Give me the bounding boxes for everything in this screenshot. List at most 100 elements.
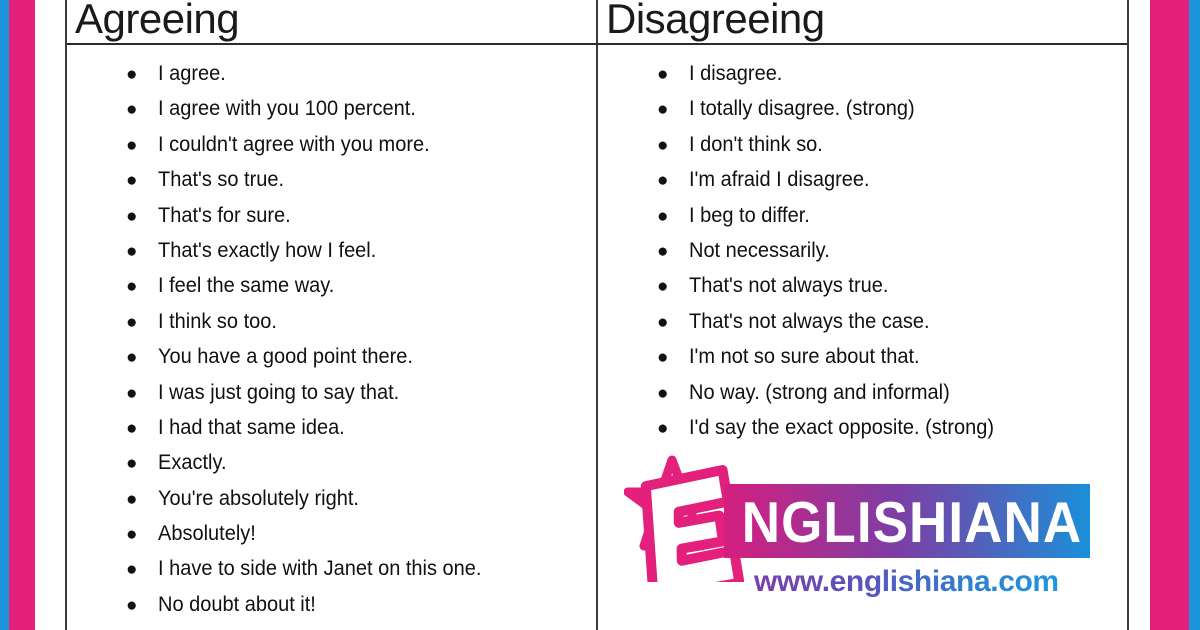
list-item-text: That's so true. xyxy=(158,167,285,192)
bullet-icon: ● xyxy=(657,99,669,121)
list-item-text: You have a good point there. xyxy=(158,344,413,369)
bullet-icon: ● xyxy=(126,170,138,192)
bullet-icon: ● xyxy=(126,559,138,581)
list-item-text: I had that same idea. xyxy=(158,414,345,439)
list-item-text: I disagree. xyxy=(689,61,783,85)
table-header-row: Agreeing Disagreeing xyxy=(67,0,1127,45)
bullet-icon: ● xyxy=(126,417,138,439)
bullet-icon: ● xyxy=(126,382,138,404)
bullet-icon: ● xyxy=(657,382,669,404)
list-item-text: You nailed it on the head. xyxy=(158,622,383,630)
right-pink-stripe xyxy=(1150,0,1189,630)
list-item-text: That's not always true. xyxy=(689,273,889,298)
bullet-icon: ● xyxy=(126,488,138,510)
list-item-text: I agree with you 100 percent. xyxy=(158,96,416,121)
list-item-text: You're absolutely right. xyxy=(158,485,359,510)
bullet-icon: ● xyxy=(657,417,669,439)
list-item-text: I was just going to say that. xyxy=(158,379,400,404)
list-item: ● No way. (strong and informal) xyxy=(598,375,1127,410)
bullet-icon: ● xyxy=(126,347,138,369)
list-item: ● Exactly. xyxy=(67,445,596,480)
list-item-text: I'm not so sure about that. xyxy=(689,344,920,369)
list-item-text: Absolutely! xyxy=(158,521,256,546)
column-title-agreeing: Agreeing xyxy=(75,0,240,42)
list-item: ● I was just going to say that. xyxy=(67,375,596,410)
bullet-icon: ● xyxy=(126,240,138,262)
list-item: ● You have a good point there. xyxy=(67,339,596,374)
list-item-text: I totally disagree. (strong) xyxy=(689,96,915,121)
column-title-disagreeing: Disagreeing xyxy=(606,0,825,42)
list-item: ● That's for sure. xyxy=(67,198,596,233)
logo-website-url[interactable]: www.englishiana.com xyxy=(754,565,1059,599)
bullet-icon: ● xyxy=(126,524,138,546)
list-item-text: That's exactly how I feel. xyxy=(158,237,377,262)
list-item-text: I feel the same way. xyxy=(158,273,335,298)
bullet-icon: ● xyxy=(657,134,669,156)
bullet-icon: ● xyxy=(126,453,138,475)
bullet-icon: ● xyxy=(657,347,669,369)
list-item: ● I feel the same way. xyxy=(67,268,596,303)
list-item: ● I disagree. xyxy=(598,56,1127,91)
list-item: ● Not necessarily. xyxy=(598,233,1127,268)
list-item-text: That's not always the case. xyxy=(689,308,930,333)
list-item-text: Not necessarily. xyxy=(689,237,830,262)
bullet-icon: ● xyxy=(657,311,669,333)
list-item: ● You're absolutely right. xyxy=(67,481,596,516)
list-item-text: I'm afraid I disagree. xyxy=(689,167,870,192)
list-item: ●You nailed it on the head. xyxy=(67,622,596,630)
englishiana-logo[interactable]: NGLISHIANA www.englishiana.com xyxy=(623,448,1104,626)
list-item: ● I agree with you 100 percent. xyxy=(67,91,596,126)
bullet-icon: ● xyxy=(126,99,138,121)
list-item-text: No way. (strong and informal) xyxy=(689,379,950,404)
bullet-icon: ● xyxy=(657,240,669,262)
bullet-icon: ● xyxy=(126,205,138,227)
bullet-icon: ● xyxy=(657,205,669,227)
list-item: ● I beg to differ. xyxy=(598,198,1127,233)
list-item-text: That's for sure. xyxy=(158,202,291,227)
header-cell-disagreeing: Disagreeing xyxy=(598,0,1127,43)
list-item-text: I couldn't agree with you more. xyxy=(158,131,430,156)
list-item: ● I'm not so sure about that. xyxy=(598,339,1127,374)
list-item-text: I think so too. xyxy=(158,308,277,333)
list-item-text: I don't think so. xyxy=(689,131,823,156)
right-blue-stripe xyxy=(1189,0,1200,630)
bullet-icon: ● xyxy=(126,276,138,298)
bullet-icon: ● xyxy=(126,594,138,616)
list-item-text: I beg to differ. xyxy=(689,202,810,227)
list-item: ● I agree. xyxy=(67,56,596,91)
poster-canvas: Agreeing Disagreeing ● I agree. ● I agree w… xyxy=(0,0,1200,630)
bullet-icon: ● xyxy=(126,311,138,333)
list-item-text: I have to side with Janet on this one. xyxy=(158,556,482,581)
list-item: ● I couldn't agree with you more. xyxy=(67,127,596,162)
left-blue-stripe xyxy=(0,0,9,630)
list-item: ● Absolutely! xyxy=(67,516,596,551)
list-item-text: I'd say the exact opposite. (strong) xyxy=(689,414,995,439)
bullet-icon: ● xyxy=(657,170,669,192)
list-item: ● That's so true. xyxy=(67,162,596,197)
list-item-text: Exactly. xyxy=(158,450,227,475)
list-item: ● I'm afraid I disagree. xyxy=(598,162,1127,197)
bullet-icon: ● xyxy=(126,134,138,156)
list-item: ● That's not always true. xyxy=(598,268,1127,303)
list-item-text: No doubt about it! xyxy=(158,591,316,616)
left-pink-stripe xyxy=(9,0,35,630)
list-item: ● No doubt about it! xyxy=(67,587,596,622)
list-item-text: I agree. xyxy=(158,61,226,85)
bullet-icon: ● xyxy=(67,623,158,630)
column-agreeing: ● I agree. ● I agree with you 100 percent. ●… xyxy=(67,45,598,630)
list-item: ● That's exactly how I feel. xyxy=(67,233,596,268)
phrase-list-disagreeing: ● I disagree. ● I totally disagree. (strong… xyxy=(598,45,1127,445)
bullet-icon: ● xyxy=(126,64,138,85)
list-item: ● I had that same idea. xyxy=(67,410,596,445)
phrase-list-agreeing: ● I agree. ● I agree with you 100 percent. ●… xyxy=(67,45,596,630)
list-item: ● I'd say the exact opposite. (strong) xyxy=(598,410,1127,445)
list-item: ● I don't think so. xyxy=(598,127,1127,162)
list-item: ● I totally disagree. (strong) xyxy=(598,91,1127,126)
list-item: ● That's not always the case. xyxy=(598,304,1127,339)
list-item: ● I have to side with Janet on this one. xyxy=(67,551,596,586)
bullet-icon: ● xyxy=(657,64,669,85)
header-cell-agreeing: Agreeing xyxy=(67,0,598,43)
logo-wordmark: NGLISHIANA xyxy=(741,490,1083,554)
list-item: ● I think so too. xyxy=(67,304,596,339)
bullet-icon: ● xyxy=(657,276,669,298)
